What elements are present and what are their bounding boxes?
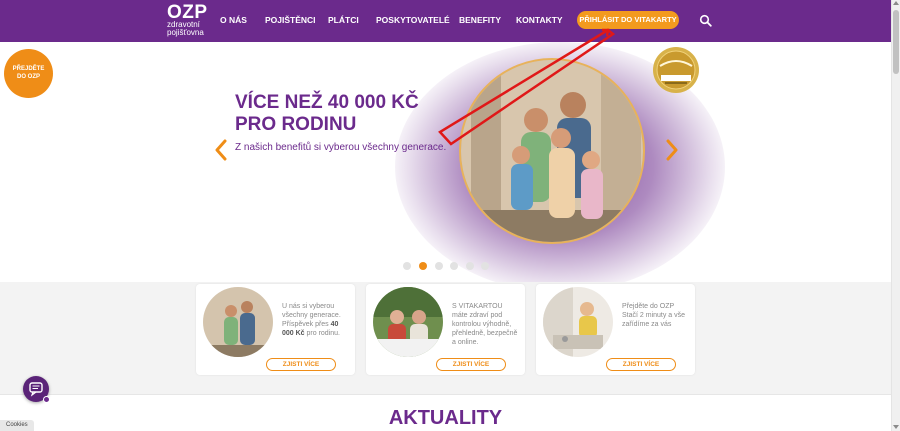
cookies-button[interactable]: Cookies	[0, 420, 34, 431]
carousel-dot-1[interactable]	[403, 262, 411, 270]
card-family-photo	[203, 287, 273, 357]
nav-item-benefity[interactable]: BENEFITY	[459, 15, 501, 25]
card-switch-text: Přejděte do OZP Stačí 2 minuty a vše zař…	[622, 303, 686, 328]
hero-title-line1: VÍCE NEŽ 40 000 KČ	[235, 92, 419, 113]
page: OZP zdravotní pojišťovna O NÁS POJIŠTĚNC…	[0, 0, 900, 431]
nav-item-kontakty[interactable]: KONTAKTY	[516, 15, 563, 25]
site-header: OZP zdravotní pojišťovna O NÁS POJIŠTĚNC…	[0, 0, 891, 42]
nav-item-pojistenci[interactable]: POJIŠTĚNCI	[265, 15, 316, 25]
family-illustration	[461, 60, 643, 242]
carousel-prev-arrow-icon[interactable]	[213, 139, 229, 161]
hero-subtitle: Z našich benefitů si vyberou všechny gen…	[235, 142, 447, 153]
vitakarta-login-button[interactable]: PŘIHLÁSIT DO VITAKARTY	[577, 11, 679, 29]
nav-item-poskytovatele[interactable]: POSKYTOVATELÉ	[376, 15, 450, 25]
benefit-card-switch[interactable]: Přejděte do OZP Stačí 2 minuty a vše zař…	[536, 284, 695, 375]
benefit-card-vitakarta[interactable]: S VITAKARTOU máte zdraví pod kontrolou v…	[366, 284, 525, 375]
hero-title: VÍCE NEŽ 40 000 KČ PRO RODINU	[235, 92, 475, 136]
carousel-next-arrow-icon[interactable]	[664, 139, 680, 161]
card-switch-more-button[interactable]: ZJISTI VÍCE	[606, 358, 676, 371]
card-vitakarta-text: S VITAKARTOU máte zdraví pod kontrolou v…	[452, 303, 518, 346]
logo-subtitle-line2: pojišťovna	[167, 28, 204, 37]
scroll-down-arrow-icon[interactable]	[893, 425, 899, 429]
search-icon[interactable]	[699, 14, 712, 27]
award-badge-icon	[653, 47, 699, 93]
carousel-dot-2[interactable]	[419, 262, 427, 270]
scrollbar-thumb[interactable]	[893, 10, 899, 74]
hero-title-line2: PRO RODINU	[235, 114, 357, 135]
carousel-dot-6[interactable]	[481, 262, 489, 270]
card-family-text: U nás si vyberou všechny generace. Přísp…	[282, 302, 350, 338]
carousel-dot-5[interactable]	[466, 262, 474, 270]
carousel-dot-4[interactable]	[450, 262, 458, 270]
switch-to-ozp-badge[interactable]: PŘEJDĚTE DO OZP	[4, 49, 53, 98]
nav-item-o-nas[interactable]: O NÁS	[220, 15, 247, 25]
hero-carousel	[0, 42, 891, 292]
card-switch-photo	[543, 287, 613, 357]
carousel-dot-3[interactable]	[435, 262, 443, 270]
switch-badge-line2: DO OZP	[16, 74, 40, 80]
chat-notification-dot	[43, 396, 50, 403]
nav-item-platci[interactable]: PLÁTCI	[328, 15, 359, 25]
benefit-card-family[interactable]: U nás si vyberou všechny generace. Přísp…	[196, 284, 355, 375]
page-scrollbar[interactable]	[891, 0, 900, 431]
switch-badge-line1: PŘEJDĚTE	[12, 66, 45, 72]
card-vitakarta-photo	[373, 287, 443, 357]
section-title-aktuality: AKTUALITY	[388, 407, 503, 429]
card-family-text-2: pro rodinu.	[304, 330, 340, 337]
hero-family-photo	[459, 58, 645, 244]
chat-button[interactable]	[23, 376, 50, 403]
logo-wordmark: OZP	[167, 2, 208, 23]
card-family-more-button[interactable]: ZJISTI VÍCE	[266, 358, 336, 371]
scroll-up-arrow-icon[interactable]	[893, 1, 899, 5]
card-vitakarta-more-button[interactable]: ZJISTI VÍCE	[436, 358, 506, 371]
section-divider	[0, 394, 891, 395]
ozp-logo[interactable]: OZP zdravotní pojišťovna	[167, 2, 208, 37]
